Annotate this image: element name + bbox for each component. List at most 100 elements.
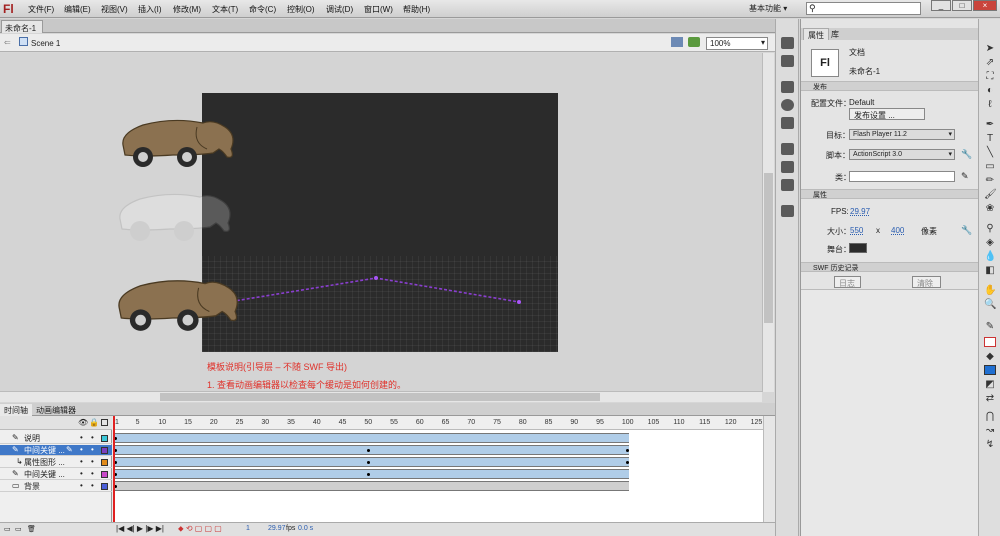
edit-class-icon[interactable]: ✎ [961, 171, 969, 182]
width-input[interactable]: 550 [850, 226, 863, 235]
visible-dot[interactable]: • [80, 457, 83, 466]
selection-tool-icon[interactable]: ➤ [984, 43, 996, 55]
menu-window[interactable]: 窗口(W) [364, 4, 393, 15]
scroll-thumb[interactable] [160, 393, 600, 401]
elephant-car-sprite[interactable] [113, 115, 238, 169]
lock-dot[interactable]: • [91, 469, 94, 478]
script-select[interactable]: ActionScript 3.0 ▾ [849, 149, 955, 160]
clear-button[interactable]: 清除 [912, 276, 941, 288]
keyframe[interactable] [626, 449, 629, 452]
section-publish[interactable]: 发布 [801, 81, 979, 91]
menu-commands[interactable]: 命令(C) [249, 4, 276, 15]
deco-tool-icon[interactable]: ❀ [984, 203, 996, 215]
tab-properties[interactable]: 属性 [803, 28, 829, 40]
stage-horizontal-scrollbar[interactable] [0, 391, 762, 402]
layer-color-swatch[interactable] [101, 435, 108, 442]
wrench-icon[interactable]: 🔧 [961, 149, 972, 160]
playback-controls[interactable]: |◀ ◀| ▶ |▶ ▶| [116, 524, 164, 533]
delete-layer-icon[interactable]: 🗑 [27, 525, 36, 533]
snap-magnet-icon[interactable]: ⋂ [984, 411, 996, 423]
layer-color-swatch[interactable] [101, 447, 108, 454]
text-tool-icon[interactable]: T [984, 133, 996, 145]
line-tool-icon[interactable]: ╲ [984, 147, 996, 159]
timeline-vertical-scrollbar[interactable] [763, 416, 775, 522]
wrench-icon[interactable]: 🔧 [961, 225, 972, 236]
playhead[interactable] [113, 416, 115, 522]
edit-symbols-icon[interactable] [688, 37, 700, 47]
swatches-panel-icon[interactable] [781, 55, 794, 67]
close-button[interactable]: × [973, 0, 997, 11]
new-layer-icon[interactable]: ▭ [4, 525, 11, 533]
menu-insert[interactable]: 插入(I) [138, 4, 162, 15]
height-input[interactable]: 400 [891, 226, 904, 235]
frame-span[interactable] [113, 481, 629, 491]
visible-dot[interactable]: • [80, 469, 83, 478]
document-tab[interactable]: 未命名-1 × [1, 20, 43, 43]
black-white-icon[interactable]: ◩ [984, 379, 996, 391]
scroll-thumb[interactable] [764, 173, 773, 323]
fps-input[interactable]: 29.97 [850, 207, 870, 216]
stroke-color-swatch[interactable] [984, 337, 996, 347]
straighten-icon[interactable]: ↯ [984, 439, 996, 451]
keyframe[interactable] [367, 449, 370, 452]
outline-icon[interactable] [101, 419, 108, 426]
frame-ruler[interactable]: 1 5 10 15 20 25 30 35 40 45 50 55 60 65 70 75 80 85 90 95 10… [113, 416, 763, 430]
frame-span[interactable] [113, 433, 629, 443]
stroke-color-icon[interactable]: ✎ [984, 321, 996, 333]
stage-color-swatch[interactable] [849, 243, 867, 253]
minimize-button[interactable]: _ [931, 0, 951, 11]
maximize-button[interactable]: □ [952, 0, 972, 11]
frame-span[interactable] [113, 445, 629, 455]
menu-debug[interactable]: 调试(D) [326, 4, 353, 15]
visible-dot[interactable]: • [80, 433, 83, 442]
pencil-icon[interactable]: ✎ [66, 445, 73, 454]
lock-dot[interactable]: • [91, 445, 94, 454]
lasso-tool-icon[interactable]: ℓ [984, 99, 996, 111]
align-panel-icon[interactable] [781, 81, 794, 93]
pencil-tool-icon[interactable]: ✏ [984, 175, 996, 187]
tab-timeline[interactable]: 时间轴 [0, 404, 32, 416]
info-panel-icon[interactable] [781, 99, 794, 111]
menu-help[interactable]: 帮助(H) [403, 4, 430, 15]
eyedropper-tool-icon[interactable]: 💧 [984, 251, 996, 263]
tab-motion-editor[interactable]: 动画编辑器 [32, 404, 80, 416]
swap-colors-icon[interactable]: ⇄ [984, 393, 996, 405]
layer-row[interactable]: ✎ 中间关键 ... ✎ • • [0, 445, 112, 456]
keyframe[interactable] [367, 473, 370, 476]
layer-row[interactable]: ✎ 说明 • • [0, 433, 112, 444]
frame-span[interactable] [113, 457, 629, 467]
elephant-car-tween-sprite[interactable] [108, 275, 243, 333]
frame-span[interactable] [113, 469, 629, 479]
new-folder-icon[interactable]: ▭ [15, 525, 22, 533]
workspace-switcher[interactable]: 基本功能 ▾ [749, 3, 787, 14]
menu-text[interactable]: 文本(T) [212, 4, 238, 15]
hand-tool-icon[interactable]: ✋ [984, 285, 996, 297]
menu-modify[interactable]: 修改(M) [173, 4, 201, 15]
subselection-tool-icon[interactable]: ⇗ [984, 57, 996, 69]
components-icon[interactable] [781, 161, 794, 173]
section-properties[interactable]: 属性 [801, 189, 979, 199]
fill-color-swatch[interactable] [984, 365, 996, 375]
pen-tool-icon[interactable]: ✒ [984, 119, 996, 131]
3d-rotation-tool-icon[interactable]: ◐ [984, 85, 996, 97]
bone-tool-icon[interactable]: ⚲ [984, 223, 996, 235]
menu-edit[interactable]: 编辑(E) [64, 4, 91, 15]
layer-row[interactable]: ✎ 中间关键 ... • • [0, 469, 112, 480]
target-select[interactable]: Flash Player 11.2 ▾ [849, 129, 955, 140]
log-button[interactable]: 日志 [834, 276, 861, 288]
transform-panel-icon[interactable] [781, 117, 794, 129]
layer-color-swatch[interactable] [101, 459, 108, 466]
layer-row[interactable]: ↳ 属性图形 ... • • [0, 457, 112, 468]
layer-row[interactable]: ▭ 背景 • • [0, 481, 112, 492]
frame-grid[interactable]: 1 5 10 15 20 25 30 35 40 45 50 55 60 65 70 75 80 85 90 95 10… [113, 416, 763, 522]
motion-presets-icon[interactable] [781, 179, 794, 191]
code-snippets-icon[interactable] [781, 143, 794, 155]
eye-icon[interactable]: 👁 [78, 418, 88, 427]
lock-dot[interactable]: • [91, 481, 94, 490]
lock-icon[interactable]: 🔒 [89, 418, 99, 427]
publish-settings-button[interactable]: 发布设置 ... [849, 108, 925, 120]
fill-color-icon[interactable]: ◆ [984, 351, 996, 363]
menu-control[interactable]: 控制(O) [287, 4, 315, 15]
menu-view[interactable]: 视图(V) [101, 4, 128, 15]
onion-skin-icon[interactable]: ⬥ ⟲ ▢ ▢ ▢ [178, 524, 222, 534]
